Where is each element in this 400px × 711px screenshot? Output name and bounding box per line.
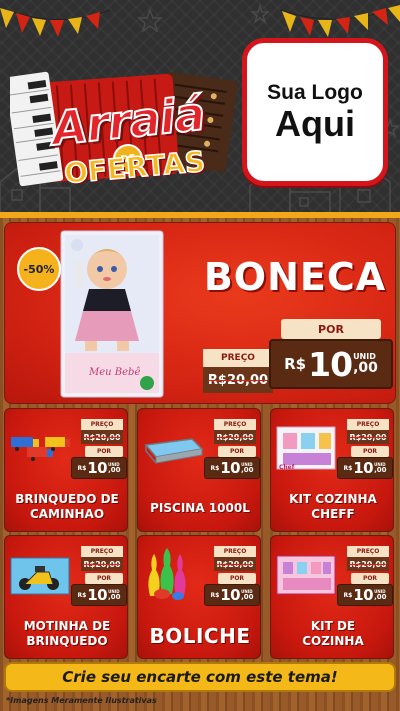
bowling-pins-icon (148, 548, 186, 600)
discount-badge: -50% (17, 247, 61, 291)
currency: R$ (77, 591, 87, 599)
product-name: BOLICHE (140, 624, 260, 648)
currency: R$ (343, 464, 353, 472)
price-tag: R$ 10 UNID ,00 (269, 339, 393, 389)
toy-trucks-icon (11, 437, 70, 461)
product-card[interactable]: PREÇO R$20,00 POR R$ 10 UNID ,00 BRINQUE… (4, 408, 128, 532)
price-cents-group: UNID ,00 (241, 589, 254, 601)
old-price: R$20,00 (347, 557, 389, 571)
product-name-line1: KIT DE (310, 619, 356, 634)
price-tag: R$ 10 UNID ,00 (204, 457, 260, 479)
product-name-line1: BOLICHE (149, 624, 251, 648)
price-cents: ,00 (353, 360, 378, 376)
price-tag: R$ 10 UNID ,00 (71, 584, 127, 606)
product-card[interactable]: PREÇO R$20,00 POR R$ 10 UNID ,00 PISCINA… (137, 408, 261, 532)
offers-area: Meu Bebê -50% BONECA POR PREÇO R$20,00 R… (0, 212, 400, 711)
kitchen-set-box-icon (276, 555, 336, 595)
price-tag: R$ 10 UNID ,00 (204, 584, 260, 606)
product-card[interactable]: PREÇO R$20,00 POR R$ 10 UNID ,00 KIT DE … (270, 535, 394, 659)
price-cents: ,00 (374, 465, 387, 474)
product-name-line2: CAMINHAO (29, 506, 105, 521)
price-cents: ,00 (108, 465, 121, 474)
logo-placeholder-line1: Sua Logo (267, 81, 363, 105)
currency: R$ (210, 464, 220, 472)
logo-placeholder[interactable]: Sua Logo Aqui (242, 38, 388, 186)
por-label: POR (351, 446, 389, 457)
old-price: R$20,00 (81, 557, 123, 571)
price-integer: 10 (308, 344, 353, 384)
price-cents: ,00 (241, 592, 254, 601)
price-cents-group: UNID ,00 (108, 462, 121, 474)
currency: R$ (343, 591, 353, 599)
toy-motorbike-box-icon (10, 557, 70, 595)
old-price: R$20,00 (214, 557, 256, 571)
price-tag: R$ 10 UNID ,00 (337, 584, 393, 606)
product-name-line2: COZINHA (302, 633, 364, 648)
price-cents: ,00 (108, 592, 121, 601)
price-integer: 10 (87, 586, 108, 604)
preco-label: PREÇO (214, 419, 256, 430)
price-tag: R$ 10 UNID ,00 (71, 457, 127, 479)
doll-box-image: Meu Bebê (60, 230, 164, 398)
product-name: KIT DE COZINHA (273, 619, 393, 648)
preco-label: PREÇO (214, 546, 256, 557)
price-cents-group: UNID ,00 (241, 462, 254, 474)
price-cents: ,00 (374, 592, 387, 601)
product-name: PISCINA 1000L (140, 501, 260, 515)
old-price: R$20,00 (347, 430, 389, 444)
preco-label: PREÇO (347, 546, 389, 557)
logo-placeholder-line2: Aqui (275, 103, 355, 145)
product-card[interactable]: Chef PREÇO R$20,00 POR R$ 10 UNID ,00 KI… (270, 408, 394, 532)
price-cents-group: UNID ,00 (108, 589, 121, 601)
cta-banner[interactable]: Crie seu encarte com este tema! (4, 662, 396, 692)
product-name-line1: KIT COZINHA (289, 492, 377, 507)
featured-product-card[interactable]: Meu Bebê -50% BONECA POR PREÇO R$20,00 R… (4, 222, 396, 404)
pool-icon (144, 438, 204, 464)
preco-label: PREÇO (81, 419, 123, 430)
price-integer: 10 (220, 586, 241, 604)
price-integer: 10 (353, 459, 374, 477)
currency: R$ (77, 464, 87, 472)
disclaimer: *Imagens Meramente Ilustrativas (6, 696, 157, 705)
product-card[interactable]: PREÇO R$20,00 POR R$ 10 UNID ,00 BOLICHE (137, 535, 261, 659)
por-label: POR (85, 573, 123, 584)
preco-label: PREÇO (347, 419, 389, 430)
divider (0, 212, 400, 218)
price-cents: ,00 (241, 465, 254, 474)
currency: R$ (284, 355, 307, 373)
header: Arraiá DE OFERTAS Sua Logo Aqui (0, 0, 400, 212)
old-price: R$20,00 (81, 430, 123, 444)
product-name-line2: BRINQUEDO (26, 633, 108, 648)
old-price: R$20,00 (203, 367, 273, 393)
product-name-line2: CHEFF (311, 506, 355, 521)
svg-text:Chef: Chef (279, 464, 295, 471)
por-label: POR (281, 319, 381, 339)
price-integer: 10 (87, 459, 108, 477)
product-name-line1: BRINQUEDO DE (15, 492, 119, 507)
event-logo: Arraiá DE OFERTAS (10, 48, 240, 198)
price-integer: 10 (220, 459, 241, 477)
product-card[interactable]: PREÇO R$20,00 POR R$ 10 UNID ,00 MOTINHA… (4, 535, 128, 659)
por-label: POR (351, 573, 389, 584)
kitchen-kit-box-icon: Chef (276, 426, 336, 471)
por-label: POR (218, 573, 256, 584)
price-cents-group: UNID ,00 (353, 353, 378, 376)
preco-label: PREÇO (203, 349, 273, 367)
product-name: KIT COZINHA CHEFF (273, 492, 393, 521)
doll-package-label: Meu Bebê (88, 367, 140, 378)
currency: R$ (210, 591, 220, 599)
price-integer: 10 (353, 586, 374, 604)
featured-product-name: BONECA (203, 255, 387, 299)
old-price: R$20,00 (214, 430, 256, 444)
price-cents-group: UNID ,00 (374, 462, 387, 474)
product-name: MOTINHA DE BRINQUEDO (7, 619, 127, 648)
product-name-line1: MOTINHA DE (23, 619, 111, 634)
price-tag: R$ 10 UNID ,00 (337, 457, 393, 479)
por-label: POR (85, 446, 123, 457)
price-cents-group: UNID ,00 (374, 589, 387, 601)
preco-label: PREÇO (81, 546, 123, 557)
product-name: BRINQUEDO DE CAMINHAO (7, 492, 127, 521)
por-label: POR (218, 446, 256, 457)
product-name-line1: PISCINA 1000L (150, 500, 250, 515)
